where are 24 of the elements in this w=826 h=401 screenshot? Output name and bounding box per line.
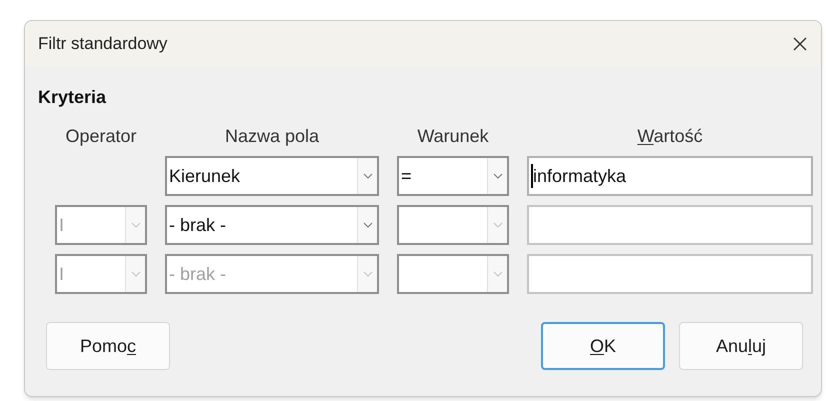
chevron-down-icon [362, 222, 372, 228]
chevron-down-icon [492, 271, 502, 277]
chevron-down-icon [362, 173, 372, 179]
chevron-down-icon [130, 271, 140, 277]
dialog-button[interactable]: OK [541, 322, 665, 370]
column-header: Operator [65, 125, 137, 147]
value-field[interactable] [527, 254, 813, 294]
chevron-down-icon [362, 271, 372, 277]
dialog-button[interactable]: Anuluj [679, 322, 803, 370]
value-field[interactable]: informatyka [527, 156, 813, 196]
value-field[interactable] [527, 205, 813, 245]
close-icon[interactable] [793, 36, 807, 50]
section-title: Kryteria [38, 87, 106, 107]
window-title: Filtr standardowy [38, 32, 168, 55]
column-header: Wartość [637, 125, 703, 147]
chevron-down-icon [130, 222, 140, 228]
chevron-down-icon [492, 173, 502, 179]
column-header: Nazwa pola [224, 125, 320, 147]
chevron-down-icon [492, 222, 502, 228]
condition-dropdown[interactable]: = [397, 156, 509, 196]
field-name-dropdown[interactable]: Kierunek [165, 156, 379, 196]
dialog-button[interactable]: Pomoc [46, 322, 170, 370]
field-name-dropdown[interactable]: - brak - [165, 205, 379, 245]
column-header: Warunek [417, 125, 489, 147]
